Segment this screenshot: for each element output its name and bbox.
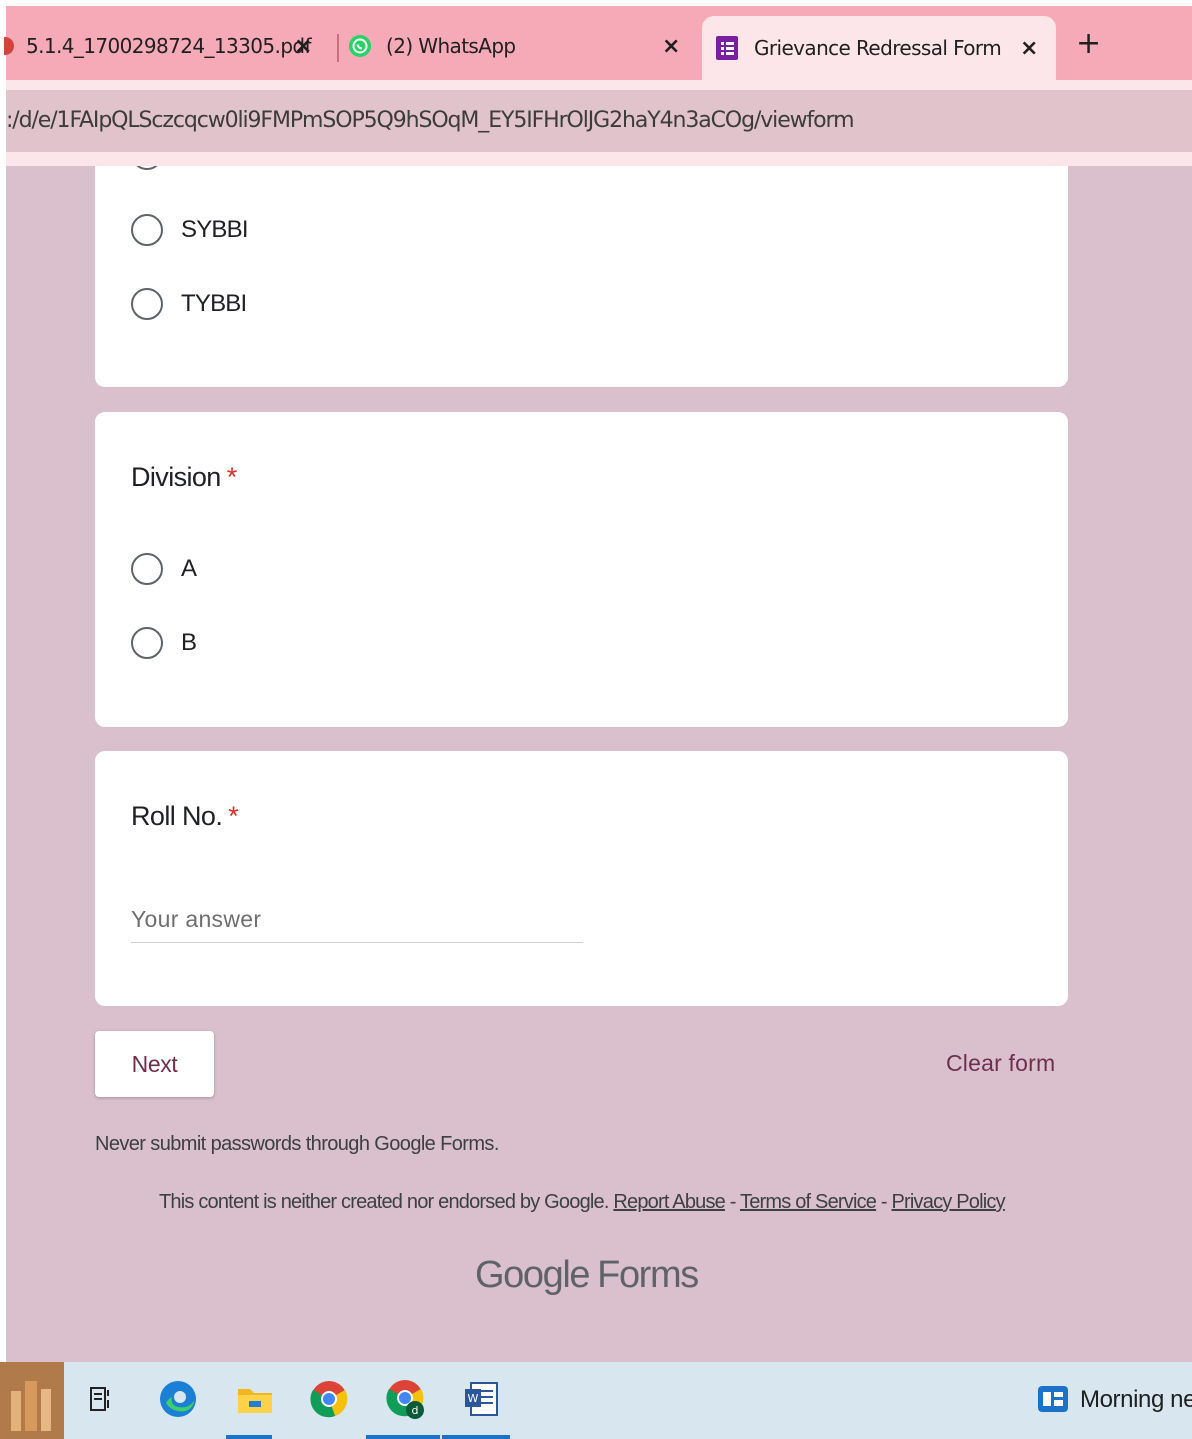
tab-divider xyxy=(337,34,339,62)
form-page: SYBBI TYBBI Division* A B Roll No.* Next… xyxy=(6,166,1192,1362)
svg-text:d: d xyxy=(412,1404,419,1417)
tab-whatsapp-close-icon[interactable]: × xyxy=(662,34,680,59)
report-abuse-link[interactable]: Report Abuse xyxy=(613,1191,725,1213)
whatsapp-icon xyxy=(348,34,372,58)
option-label: SYBBI xyxy=(181,216,248,243)
clear-form-button[interactable]: Clear form xyxy=(946,1050,1055,1077)
active-indicator xyxy=(442,1435,510,1439)
radio-circle-icon[interactable] xyxy=(131,553,163,585)
tab-pdf[interactable]: 5.1.4_1700298724_13305.pdf × xyxy=(0,18,330,74)
disclaimer-text: This content is neither created nor endo… xyxy=(159,1191,609,1213)
tab-grievance-title: Grievance Redressal Form xyxy=(754,36,1002,60)
disclaimer: This content is neither created nor endo… xyxy=(159,1191,1006,1214)
chrome-profile-icon[interactable]: d xyxy=(381,1374,431,1424)
tab-grievance-close-icon[interactable]: × xyxy=(1020,36,1038,61)
radio-option-b[interactable]: B xyxy=(131,627,197,659)
taskbar: d W Morning ne xyxy=(0,1362,1192,1439)
radio-circle-icon[interactable] xyxy=(131,214,163,246)
widget-news-label[interactable]: Morning ne xyxy=(1080,1386,1192,1414)
active-indicator xyxy=(366,1435,440,1439)
wallpaper-thumbnail-icon[interactable] xyxy=(0,1362,64,1439)
file-explorer-icon[interactable] xyxy=(230,1374,280,1424)
radio-circle-icon[interactable] xyxy=(131,166,163,170)
tab-whatsapp-title: (2) WhatsApp xyxy=(386,34,516,58)
google-forms-icon xyxy=(716,36,738,60)
pdf-icon xyxy=(4,37,14,55)
question-title: Roll No. * xyxy=(131,801,239,832)
radio-option-tybbi[interactable]: TYBBI xyxy=(131,288,247,320)
url-field[interactable]: :/d/e/1FAIpQLSczcqcw0li9FMPmSOP5Q9hSOqM_… xyxy=(6,90,1192,152)
google-forms-logo[interactable]: Google Forms xyxy=(475,1254,699,1297)
tab-grievance-form[interactable]: Grievance Redressal Form × xyxy=(702,16,1056,80)
password-warning: Never submit passwords through Google Fo… xyxy=(95,1133,499,1155)
svg-text:W: W xyxy=(468,1392,479,1405)
link-separator: - xyxy=(876,1191,892,1213)
question-title-text: Roll No. xyxy=(131,801,223,831)
forms-wordmark: Forms xyxy=(597,1254,699,1296)
terms-link[interactable]: Terms of Service xyxy=(740,1191,877,1213)
active-indicator xyxy=(226,1435,272,1439)
tab-whatsapp[interactable]: (2) WhatsApp × xyxy=(348,18,698,74)
link-separator: - xyxy=(724,1191,740,1213)
task-view-icon[interactable] xyxy=(76,1374,126,1424)
widgets-icon[interactable] xyxy=(1028,1374,1078,1424)
radio-option-partial[interactable] xyxy=(131,166,163,170)
url-text: :/d/e/1FAIpQLSczcqcw0li9FMPmSOP5Q9hSOqM_… xyxy=(6,108,855,133)
google-wordmark: Google xyxy=(475,1254,591,1296)
address-bar: :/d/e/1FAIpQLSczcqcw0li9FMPmSOP5Q9hSOqM_… xyxy=(6,80,1192,166)
privacy-link[interactable]: Privacy Policy xyxy=(892,1191,1006,1213)
tab-pdf-title: 5.1.4_1700298724_13305.pdf xyxy=(26,34,312,58)
radio-option-a[interactable]: A xyxy=(131,553,197,585)
browser-tab-strip: 5.1.4_1700298724_13305.pdf × (2) WhatsAp… xyxy=(4,6,1192,80)
new-tab-button[interactable]: + xyxy=(1076,26,1101,61)
next-button[interactable]: Next xyxy=(95,1031,214,1097)
class-question-card: SYBBI TYBBI xyxy=(95,166,1068,387)
question-title: Division * xyxy=(131,462,237,493)
radio-circle-icon[interactable] xyxy=(131,288,163,320)
radio-option-sybbi[interactable]: SYBBI xyxy=(131,214,248,246)
chrome-icon[interactable] xyxy=(304,1374,354,1424)
option-label: A xyxy=(181,555,197,582)
edge-browser-icon[interactable] xyxy=(153,1374,203,1424)
roll-no-question-card: Roll No. * xyxy=(95,751,1068,1006)
word-icon[interactable]: W xyxy=(456,1374,506,1424)
tab-pdf-close-icon[interactable]: × xyxy=(294,34,312,59)
roll-no-input[interactable] xyxy=(131,897,583,943)
option-label: B xyxy=(181,629,197,656)
division-question-card: Division * A B xyxy=(95,412,1068,727)
required-asterisk: * xyxy=(228,801,239,831)
question-title-text: Division xyxy=(131,462,221,492)
required-asterisk: * xyxy=(226,462,238,492)
option-label: TYBBI xyxy=(181,290,247,317)
radio-circle-icon[interactable] xyxy=(131,627,163,659)
